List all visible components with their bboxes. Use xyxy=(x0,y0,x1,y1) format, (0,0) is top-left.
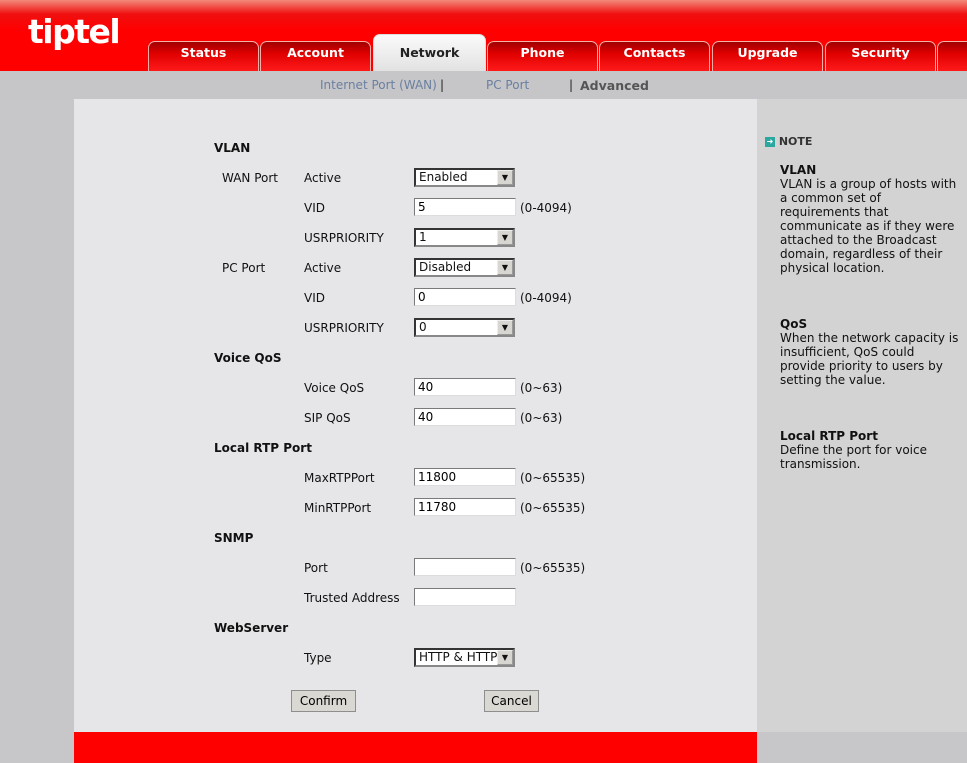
separator: | xyxy=(569,78,574,92)
tab-security[interactable]: Security xyxy=(825,41,936,71)
voice-qos-input[interactable] xyxy=(414,378,516,396)
max-rtp-label: MaxRTPPort xyxy=(304,471,375,485)
sip-qos-label: SIP QoS xyxy=(304,411,351,425)
separator: | xyxy=(440,78,445,92)
dropdown-arrow-icon: ▼ xyxy=(497,170,513,185)
snmp-port-label: Port xyxy=(304,561,328,575)
pc-priority-select[interactable]: 0 ▼ xyxy=(414,318,515,337)
note-panel: ➜ NOTE VLAN VLAN is a group of hosts with… xyxy=(757,99,967,732)
note-title: NOTE xyxy=(778,135,813,148)
selected-value: 0 xyxy=(419,320,427,334)
vid-range-hint: (0-4094) xyxy=(520,201,572,215)
header: tiptel Status Account Network Phone Cont… xyxy=(0,0,967,71)
tab-more[interactable] xyxy=(937,41,967,71)
note-item-text: When the network capacity is insufficien… xyxy=(780,331,959,387)
tab-account[interactable]: Account xyxy=(260,41,371,71)
trusted-address-label: Trusted Address xyxy=(304,591,400,605)
min-rtp-label: MinRTPPort xyxy=(304,501,372,515)
wan-port-label: WAN Port xyxy=(222,171,278,185)
voice-qos-label: Voice QoS xyxy=(304,381,365,395)
footer-bar xyxy=(74,732,757,763)
section-vlan: VLAN xyxy=(214,141,251,155)
note-item-title: VLAN xyxy=(780,163,817,177)
port-range-hint: (0~65535) xyxy=(520,501,586,515)
section-webserver: WebServer xyxy=(214,621,289,635)
active-label: Active xyxy=(304,171,342,185)
vid-range-hint: (0-4094) xyxy=(520,291,572,305)
pc-active-select[interactable]: Disabled ▼ xyxy=(414,258,515,277)
usrpriority-label: USRPRIORITY xyxy=(304,231,384,245)
dropdown-arrow-icon: ▼ xyxy=(497,230,513,245)
sip-qos-input[interactable] xyxy=(414,408,516,426)
wan-vid-input[interactable] xyxy=(414,198,516,216)
dropdown-arrow-icon: ▼ xyxy=(497,650,513,665)
subnav-advanced-link[interactable]: Advanced xyxy=(580,78,649,93)
tab-network[interactable]: Network xyxy=(373,34,486,71)
pc-vid-input[interactable] xyxy=(414,288,516,306)
webserver-type-select[interactable]: HTTP & HTTPS ▼ xyxy=(414,648,515,667)
section-voice-qos: Voice QoS xyxy=(214,351,282,365)
usrpriority-label: USRPRIORITY xyxy=(304,321,384,335)
selected-value: Enabled xyxy=(419,170,468,184)
min-rtp-input[interactable] xyxy=(414,498,516,516)
cancel-button[interactable]: Cancel xyxy=(484,690,539,712)
wan-active-select[interactable]: Enabled ▼ xyxy=(414,168,515,187)
dropdown-arrow-icon: ▼ xyxy=(497,260,513,275)
note-item-title: QoS xyxy=(780,317,808,331)
tiptel-logo: tiptel xyxy=(28,12,121,51)
sub-navigation: Internet Port (WAN) | PC Port | Advanced xyxy=(0,71,967,99)
qos-range-hint: (0~63) xyxy=(520,381,563,395)
note-item-title: Local RTP Port xyxy=(780,429,878,443)
active-label: Active xyxy=(304,261,342,275)
tab-contacts[interactable]: Contacts xyxy=(599,41,710,71)
note-rtp: Local RTP Port Define the port for voice … xyxy=(780,429,960,471)
pc-port-label: PC Port xyxy=(222,261,266,275)
note-qos: QoS When the network capacity is insuffic… xyxy=(780,317,960,387)
section-snmp: SNMP xyxy=(214,531,254,545)
note-vlan: VLAN VLAN is a group of hosts with a comm… xyxy=(780,163,960,275)
note-header: ➜ NOTE xyxy=(765,135,812,148)
port-range-hint: (0~65535) xyxy=(520,561,586,575)
selected-value: 1 xyxy=(419,230,427,244)
vid-label: VID xyxy=(304,291,325,305)
advanced-form: VLAN WAN Port Active Enabled ▼ VID (0-409… xyxy=(74,99,757,732)
snmp-port-input[interactable] xyxy=(414,558,516,576)
subnav-pc-port-link[interactable]: PC Port xyxy=(486,78,529,92)
port-range-hint: (0~65535) xyxy=(520,471,586,485)
wan-priority-select[interactable]: 1 ▼ xyxy=(414,228,515,247)
trusted-address-input[interactable] xyxy=(414,588,516,606)
section-local-rtp-port: Local RTP Port xyxy=(214,441,312,455)
subnav-wan-link[interactable]: Internet Port (WAN) xyxy=(320,78,437,92)
tab-phone[interactable]: Phone xyxy=(487,41,598,71)
dropdown-arrow-icon: ▼ xyxy=(497,320,513,335)
note-item-text: VLAN is a group of hosts with a common s… xyxy=(780,177,957,275)
note-item-text: Define the port for voice transmission. xyxy=(780,443,927,471)
arrow-right-icon: ➜ xyxy=(765,137,775,147)
max-rtp-input[interactable] xyxy=(414,468,516,486)
confirm-button[interactable]: Confirm xyxy=(291,690,356,712)
selected-value: Disabled xyxy=(419,260,472,274)
tab-status[interactable]: Status xyxy=(148,41,259,71)
tab-upgrade[interactable]: Upgrade xyxy=(712,41,823,71)
type-label: Type xyxy=(304,651,332,665)
qos-range-hint: (0~63) xyxy=(520,411,563,425)
vid-label: VID xyxy=(304,201,325,215)
selected-value: HTTP & HTTPS xyxy=(419,650,506,664)
